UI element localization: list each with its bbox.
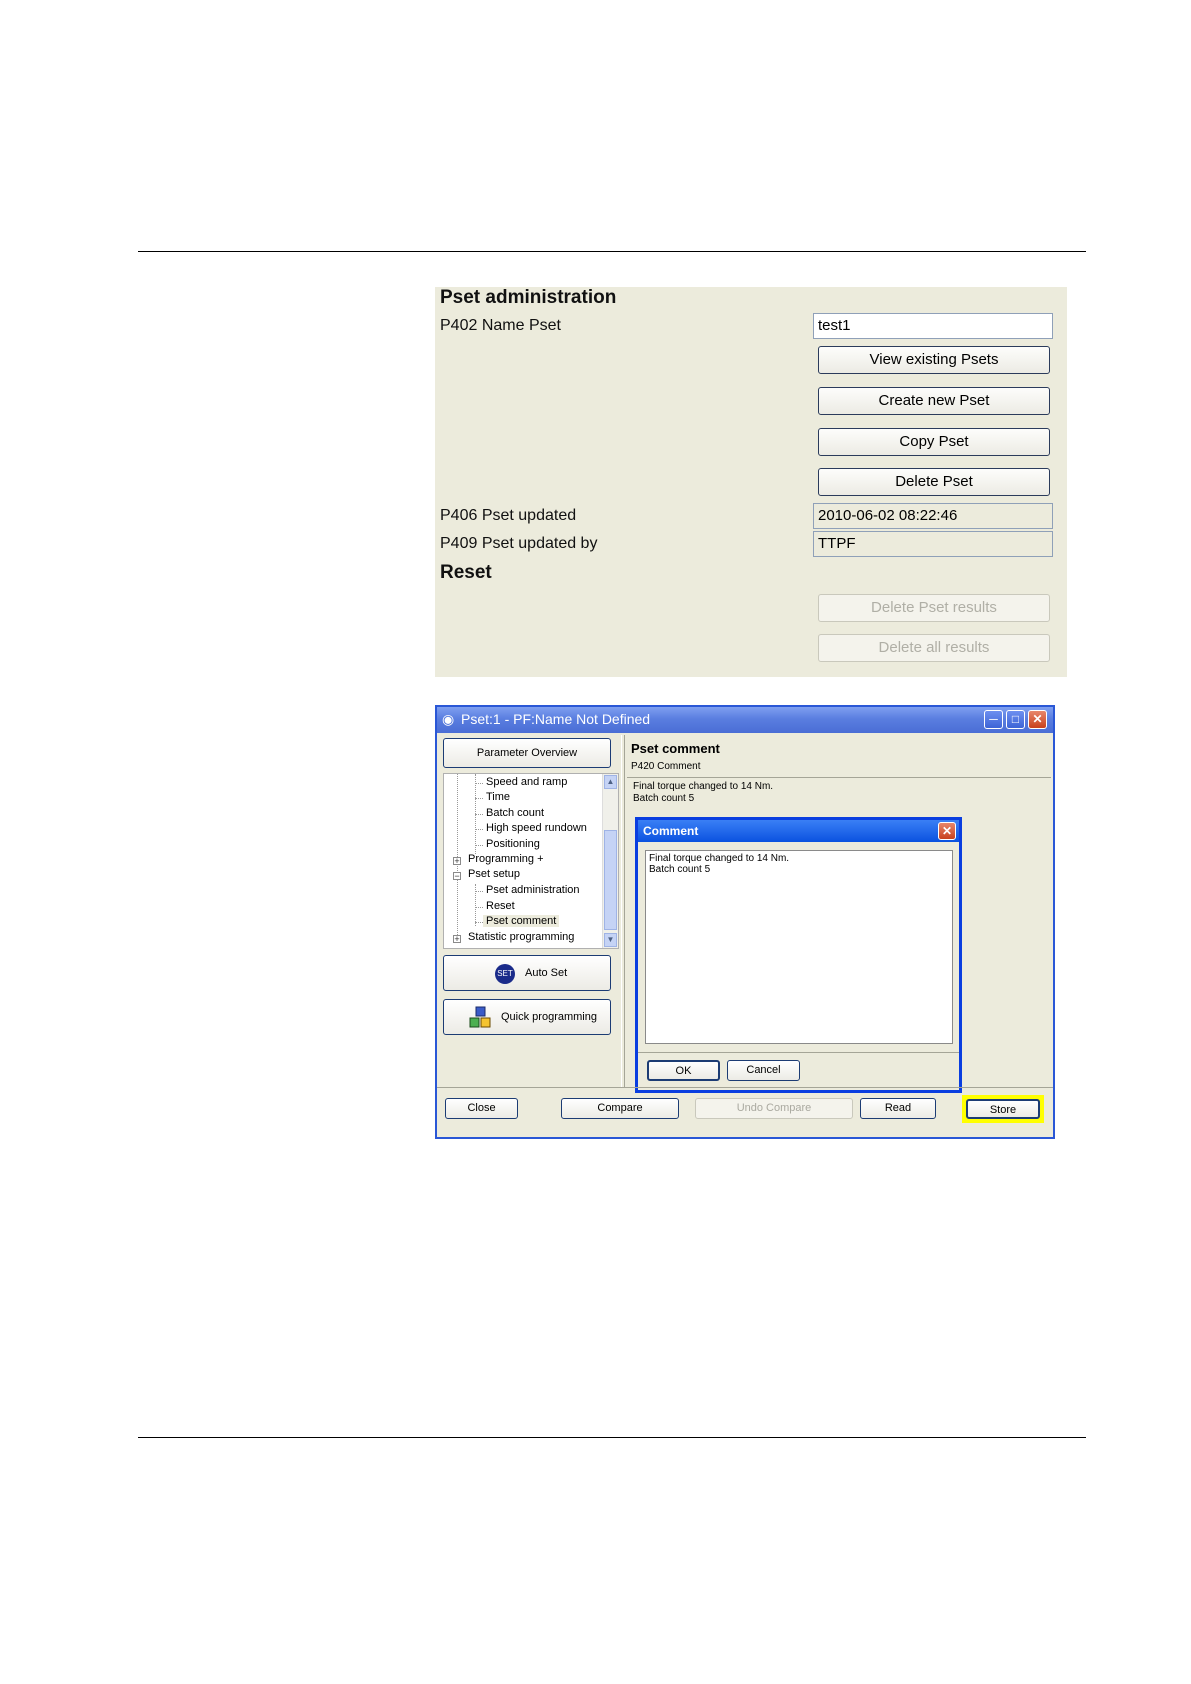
dialog-titlebar[interactable]: Comment ✕: [638, 820, 959, 842]
tree-item-speed-and-ramp[interactable]: Speed and ramp: [486, 776, 567, 788]
comment-textarea-line: Batch count 5: [649, 864, 711, 875]
quick-programming-button[interactable]: Quick programming: [443, 999, 611, 1035]
window-titlebar[interactable]: ◉ Pset:1 - PF:Name Not Defined ─ □ ✕: [437, 707, 1053, 733]
tree-line: [475, 907, 483, 908]
divider: [638, 1052, 959, 1053]
close-icon[interactable]: ✕: [1028, 710, 1047, 729]
reset-title: Reset: [440, 562, 492, 583]
tree-item-time[interactable]: Time: [486, 791, 510, 803]
pset-updated-label: P406 Pset updated: [440, 507, 577, 524]
pane-splitter[interactable]: [621, 735, 625, 1087]
tree-line: [475, 814, 483, 815]
pset-administration-panel: Pset administration P402 Name Pset test1…: [435, 287, 1067, 677]
delete-pset-results-button[interactable]: Delete Pset results: [818, 594, 1050, 622]
tree-item-statistic-programming[interactable]: Statistic programming: [468, 931, 574, 943]
scroll-down-icon[interactable]: ▼: [604, 933, 617, 947]
undo-compare-button[interactable]: Undo Compare: [695, 1098, 853, 1119]
view-existing-psets-button[interactable]: View existing Psets: [818, 346, 1050, 374]
tree-item-programming[interactable]: Programming +: [468, 853, 544, 865]
footer-rule: [138, 1437, 1086, 1438]
tree-scrollbar[interactable]: ▲ ▼: [602, 774, 618, 948]
tree-line: [475, 829, 483, 830]
expand-icon[interactable]: +: [453, 857, 461, 866]
pset-updated-by-value: TTPF: [813, 531, 1053, 557]
divider: [627, 777, 1051, 778]
app-icon: ◉: [442, 711, 455, 727]
header-rule: [138, 251, 1086, 252]
abc-blocks-icon: [468, 1006, 494, 1030]
store-button[interactable]: Store: [966, 1099, 1040, 1119]
left-navigation: Parameter Overview Speed and ramp Time B…: [439, 735, 619, 1087]
auto-set-label: Auto Set: [525, 967, 568, 979]
compare-button[interactable]: Compare: [561, 1098, 679, 1119]
dialog-close-icon[interactable]: ✕: [938, 822, 956, 840]
cancel-button[interactable]: Cancel: [727, 1060, 800, 1081]
tree-line: [475, 845, 483, 846]
quick-programming-label: Quick programming: [501, 1011, 597, 1023]
window-title: Pset:1 - PF:Name Not Defined: [461, 711, 651, 727]
ok-button[interactable]: OK: [647, 1060, 720, 1081]
close-button[interactable]: Close: [445, 1098, 518, 1119]
bottom-toolbar: Close Compare Undo Compare Read Store: [437, 1087, 1053, 1138]
store-highlight: Store: [962, 1095, 1044, 1123]
parameter-tree: Speed and ramp Time Batch count High spe…: [443, 773, 619, 949]
name-pset-label: P402 Name Pset: [440, 317, 561, 334]
tree-line: [475, 891, 483, 892]
comment-parameter-label: P420 Comment: [631, 761, 701, 772]
tree-item-positioning[interactable]: Positioning: [486, 838, 540, 850]
tree-line: [475, 922, 483, 923]
delete-all-results-button[interactable]: Delete all results: [818, 634, 1050, 662]
tree-line: [475, 783, 483, 784]
dialog-title: Comment: [643, 824, 699, 838]
read-button[interactable]: Read: [860, 1098, 936, 1119]
tree-item-reset[interactable]: Reset: [486, 900, 515, 912]
pset-updated-value: 2010-06-02 08:22:46: [813, 503, 1053, 529]
delete-pset-button[interactable]: Delete Pset: [818, 468, 1050, 496]
collapse-icon[interactable]: −: [453, 872, 461, 881]
pset-window: ◉ Pset:1 - PF:Name Not Defined ─ □ ✕ Par…: [435, 705, 1055, 1139]
name-pset-input[interactable]: test1: [813, 313, 1053, 339]
pset-updated-by-label: P409 Pset updated by: [440, 535, 598, 552]
tree-line: [475, 798, 483, 799]
parameter-overview-button[interactable]: Parameter Overview: [443, 738, 611, 768]
comment-text-line[interactable]: Final torque changed to 14 Nm.: [633, 781, 773, 792]
create-new-pset-button[interactable]: Create new Pset: [818, 387, 1050, 415]
tree-item-pset-comment[interactable]: Pset comment: [483, 915, 560, 927]
comment-textarea-line: Final torque changed to 14 Nm.: [649, 853, 790, 864]
comment-dialog: Comment ✕ Final torque changed to 14 Nm.…: [635, 817, 962, 1093]
tree-item-batch-count[interactable]: Batch count: [486, 807, 544, 819]
scroll-thumb[interactable]: [604, 830, 617, 930]
minimize-icon[interactable]: ─: [984, 710, 1003, 729]
set-icon: SET: [495, 964, 515, 984]
pset-comment-heading: Pset comment: [631, 741, 720, 756]
comment-textarea[interactable]: Final torque changed to 14 Nm. Batch cou…: [645, 850, 953, 1044]
copy-pset-button[interactable]: Copy Pset: [818, 428, 1050, 456]
scroll-up-icon[interactable]: ▲: [604, 775, 617, 789]
tree-item-pset-setup[interactable]: Pset setup: [468, 868, 520, 880]
pset-administration-title: Pset administration: [440, 287, 617, 308]
comment-text-line[interactable]: Batch count 5: [633, 793, 694, 804]
tree-item-pset-administration[interactable]: Pset administration: [486, 884, 580, 896]
expand-icon[interactable]: +: [453, 935, 461, 944]
tree-item-high-speed-rundown[interactable]: High speed rundown: [486, 822, 587, 834]
maximize-icon[interactable]: □: [1006, 710, 1025, 729]
auto-set-button[interactable]: SET Auto Set: [443, 955, 611, 991]
